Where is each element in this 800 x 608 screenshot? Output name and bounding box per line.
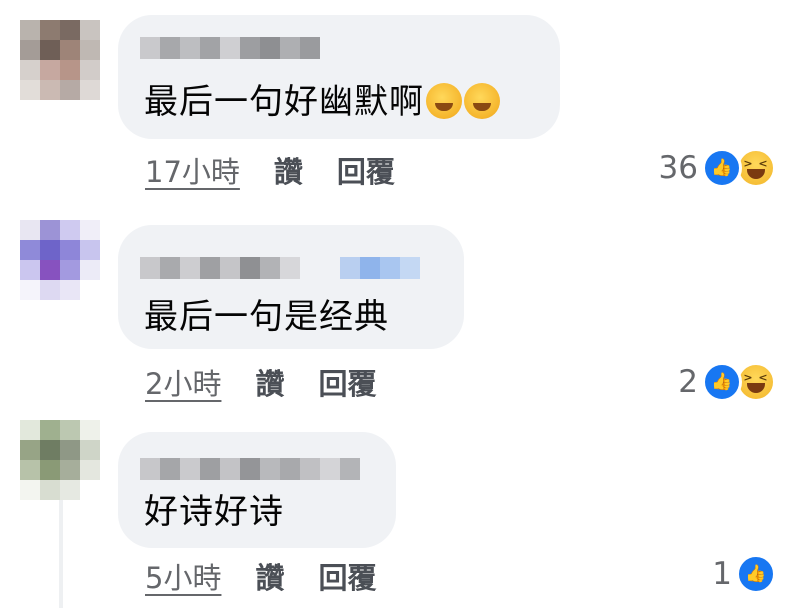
like-button[interactable]: 讚 [255,555,284,597]
like-button[interactable]: 讚 [274,149,303,191]
comment-bubble[interactable]: 最后一句好幽默啊 [118,15,560,139]
comment-bubble[interactable]: 好诗好诗 [118,432,396,548]
commenter-name-blurred[interactable] [140,257,420,279]
reactions-summary[interactable]: 36 👍 [659,148,776,188]
reply-button[interactable]: 回覆 [337,149,395,191]
avatar[interactable] [20,20,100,100]
reactions-summary[interactable]: 1 👍 [712,554,776,594]
reaction-count: 1 [712,556,732,592]
comment-actions: 2小時 讚 回覆 [145,362,376,402]
comment-timestamp[interactable]: 2小時 [145,361,221,403]
comment-actions: 5小時 讚 回覆 [145,556,376,596]
comment-timestamp[interactable]: 17小時 [145,149,240,191]
face-with-tears-of-joy-icon [426,83,462,119]
face-with-hand-over-mouth-icon [464,83,500,119]
haha-icon [736,362,776,402]
reactions-summary[interactable]: 2 👍 [678,362,776,402]
comment-timestamp[interactable]: 5小時 [145,555,221,597]
thread-line [59,500,63,608]
comment-text: 最后一句是经典 [144,297,389,337]
commenter-name-blurred[interactable] [140,37,320,59]
avatar[interactable] [20,220,100,300]
like-button[interactable]: 讚 [255,361,284,403]
comment-text: 最后一句好幽默啊 [144,82,500,122]
like-icon: 👍 [736,554,776,594]
comment-bubble[interactable]: 最后一句是经典 [118,225,464,349]
comment-actions: 17小時 讚 回覆 [145,150,395,190]
commenter-name-blurred[interactable] [140,458,360,480]
haha-icon [736,148,776,188]
like-icon: 👍 [702,362,742,402]
reply-button[interactable]: 回覆 [318,361,376,403]
reaction-count: 36 [658,150,698,186]
reply-button[interactable]: 回覆 [318,555,376,597]
avatar[interactable] [20,420,100,500]
like-icon: 👍 [702,148,742,188]
reaction-count: 2 [678,364,698,400]
comment-text: 好诗好诗 [144,492,284,532]
